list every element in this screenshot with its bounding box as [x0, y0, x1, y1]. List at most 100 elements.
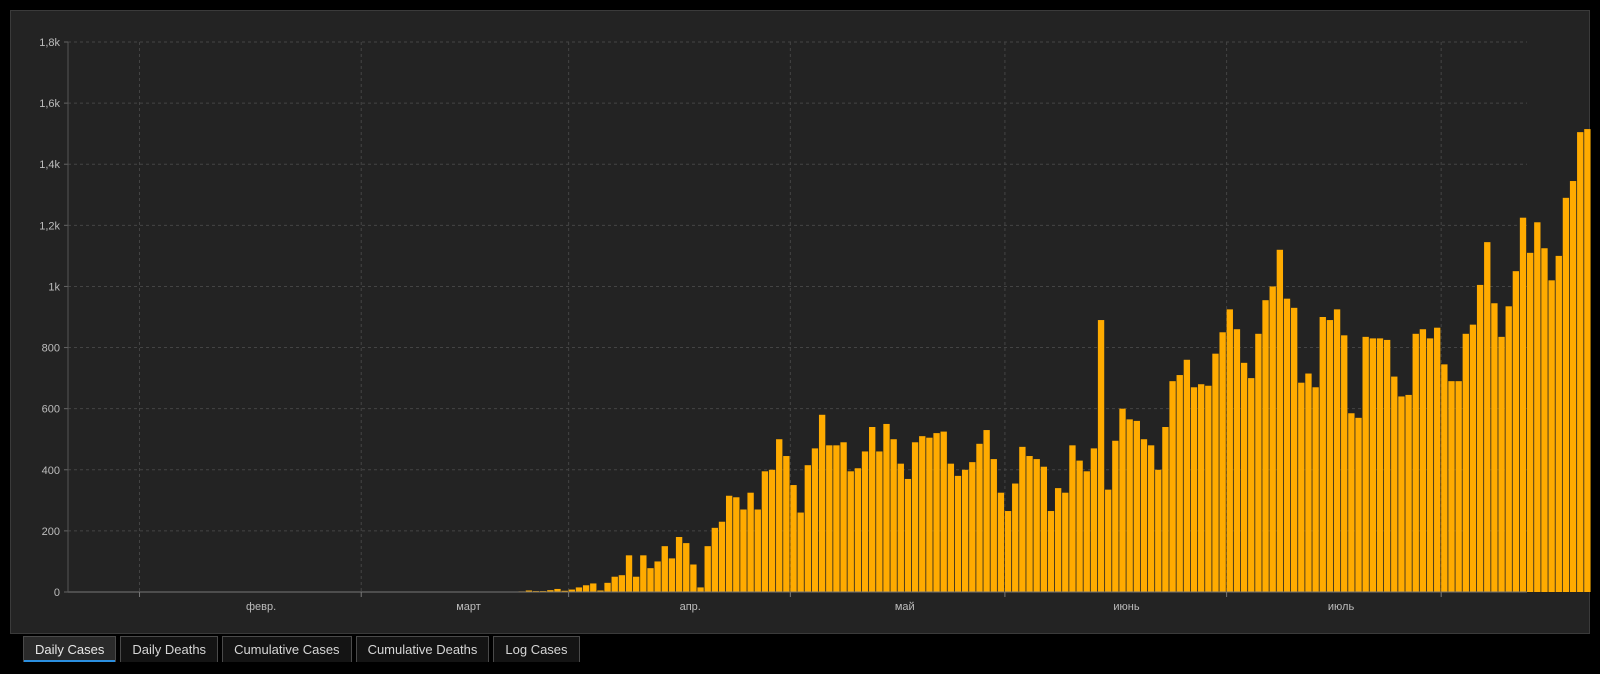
y-tick-label: 0 — [54, 587, 60, 599]
y-tick-label: 400 — [42, 465, 60, 477]
bar — [1069, 445, 1076, 592]
bar — [654, 561, 661, 592]
bar — [1555, 255, 1562, 592]
bar — [1112, 440, 1119, 592]
bar — [961, 469, 969, 592]
bar — [1062, 492, 1069, 592]
bar — [1240, 362, 1248, 592]
bar — [1484, 242, 1491, 592]
bar — [711, 527, 719, 592]
bar — [833, 445, 840, 592]
bar — [1248, 378, 1255, 592]
bar — [1476, 284, 1484, 592]
bar — [1469, 324, 1477, 592]
bar — [1527, 252, 1534, 593]
bar — [611, 576, 618, 592]
bar — [1205, 385, 1212, 592]
bar — [797, 512, 804, 592]
bar — [976, 443, 983, 592]
bar — [1026, 456, 1033, 592]
bar — [947, 463, 955, 592]
bar — [1219, 332, 1226, 592]
bar — [1305, 373, 1312, 592]
bar — [747, 492, 754, 592]
bar — [1426, 338, 1434, 592]
bar — [904, 478, 912, 592]
bar — [1505, 306, 1512, 592]
bar — [1383, 339, 1391, 592]
bar — [768, 469, 776, 592]
bar — [876, 451, 883, 592]
tab-cumulative-cases[interactable]: Cumulative Cases — [222, 636, 352, 662]
bar — [1441, 364, 1448, 592]
x-tick-label: апр. — [680, 601, 701, 613]
bar — [1562, 197, 1570, 593]
bar — [1276, 249, 1284, 592]
bar — [1255, 333, 1262, 592]
bar — [1348, 413, 1355, 592]
bar — [1448, 381, 1455, 592]
bar — [890, 439, 897, 592]
x-tick-label: февр. — [246, 601, 276, 613]
bar — [1076, 460, 1083, 592]
chart-tabs: Daily Cases Daily Deaths Cumulative Case… — [23, 636, 580, 662]
bar — [854, 468, 862, 592]
bar — [1333, 309, 1341, 592]
bar — [1319, 317, 1326, 592]
bar — [725, 495, 733, 592]
bar — [954, 475, 962, 592]
bar — [1341, 335, 1348, 592]
bar — [1033, 459, 1040, 592]
bar — [804, 465, 811, 592]
bar — [761, 471, 769, 592]
bar — [1133, 420, 1140, 592]
y-tick-label: 200 — [42, 526, 60, 538]
bar — [697, 587, 704, 592]
tab-log-cases[interactable]: Log Cases — [493, 636, 580, 662]
bar — [1419, 329, 1427, 592]
bar — [1326, 320, 1334, 592]
bar — [582, 585, 590, 592]
tab-daily-deaths[interactable]: Daily Deaths — [120, 636, 219, 662]
y-tick-label: 800 — [42, 343, 60, 355]
y-tick-label: 1,2k — [39, 220, 60, 232]
bar — [1462, 333, 1469, 592]
bar — [1362, 336, 1369, 592]
bar — [668, 558, 676, 592]
y-tick-label: 1,6k — [39, 98, 60, 110]
bar — [1298, 382, 1305, 592]
bar — [1162, 427, 1169, 592]
bar — [1083, 471, 1090, 592]
bar — [783, 456, 790, 592]
y-tick-label: 600 — [42, 404, 60, 416]
bar — [1455, 381, 1462, 592]
x-tick-label: июнь — [1113, 601, 1139, 613]
bar — [818, 414, 826, 592]
bar — [1512, 271, 1520, 592]
bar — [869, 427, 876, 592]
bar — [883, 423, 890, 592]
bar — [575, 587, 583, 592]
bar — [811, 448, 819, 592]
bar — [661, 546, 668, 592]
tab-cumulative-deaths[interactable]: Cumulative Deaths — [355, 636, 490, 662]
y-tick-label: 1,4k — [39, 159, 60, 171]
bar — [840, 442, 847, 592]
x-tick-label: июль — [1328, 601, 1355, 613]
bar — [1054, 488, 1062, 592]
bar — [1155, 469, 1162, 592]
bar — [704, 546, 711, 592]
bar — [1398, 396, 1405, 592]
bar — [990, 459, 997, 592]
bar — [1212, 353, 1219, 592]
bar — [683, 543, 690, 592]
bar — [675, 537, 683, 592]
bar — [1183, 359, 1191, 592]
tab-daily-cases[interactable]: Daily Cases — [23, 636, 117, 662]
daily-cases-chart: 0 200 400 600 800 1k 1,2k 1,4k 1,6k 1,8k февр. март… — [39, 37, 1591, 613]
bar — [897, 463, 904, 592]
bar — [733, 497, 740, 592]
bar — [1012, 483, 1019, 592]
bar — [1198, 384, 1205, 592]
bar — [690, 564, 697, 592]
